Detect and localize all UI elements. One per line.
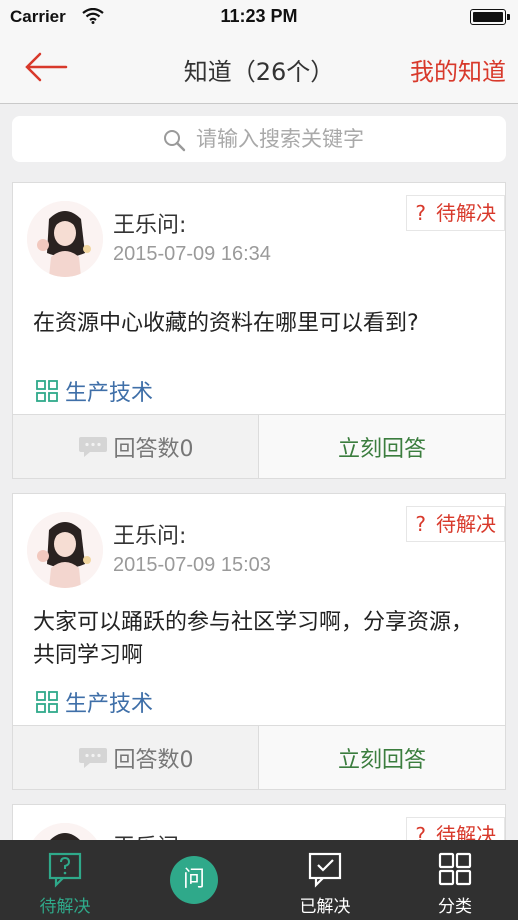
answer-now-button[interactable]: 立刻回答 xyxy=(259,415,505,478)
solved-check-icon xyxy=(308,852,342,888)
search-bar[interactable] xyxy=(12,116,506,162)
question-mark-icon: ? xyxy=(415,201,426,225)
search-input[interactable] xyxy=(196,116,486,162)
tab-bar: 待解决 已解决 分类 xyxy=(0,840,518,920)
grid-icon xyxy=(36,380,58,402)
question-text[interactable]: 大家可以踊跃的参与社区学习啊，分享资源，共同学习啊 xyxy=(33,606,493,672)
category-label: 生产技术 xyxy=(65,692,154,717)
avatar xyxy=(27,512,103,588)
question-mark-icon: ? xyxy=(415,512,426,536)
asker-name: 王乐问: xyxy=(113,213,187,238)
answer-count-button[interactable]: 回答数0 xyxy=(13,726,259,789)
search-icon xyxy=(164,130,186,152)
card-actions: 回答数0 立刻回答 xyxy=(13,725,505,789)
asker-name: 王乐问: xyxy=(113,524,187,549)
answer-count-button[interactable]: 回答数0 xyxy=(13,415,259,478)
answer-now-button[interactable]: 立刻回答 xyxy=(259,726,505,789)
grid-icon xyxy=(438,852,472,886)
card-actions: 回答数0 立刻回答 xyxy=(13,414,505,478)
question-card[interactable]: 王乐问: 2015-07-09 16:34 ? 待解决 在资源中心收藏的资料在哪里… xyxy=(12,182,506,479)
tab-pending[interactable]: 待解决 xyxy=(20,840,110,920)
tab-pending-label: 待解决 xyxy=(39,897,91,917)
tab-category-label: 分类 xyxy=(438,897,472,917)
grid-icon xyxy=(36,691,58,713)
avatar xyxy=(27,201,103,277)
clock: 11:23 PM xyxy=(220,6,298,26)
comment-bubble-icon xyxy=(78,436,107,457)
category-tag[interactable]: 生产技术 xyxy=(35,375,153,407)
question-card[interactable]: 王乐问: 2015-07-09 15:03 ? 待解决 大家可以踊跃的参与社区学习… xyxy=(12,493,506,790)
category-label: 生产技术 xyxy=(65,381,154,406)
status-badge-label: 待解决 xyxy=(436,512,496,536)
status-badge-label: 待解决 xyxy=(436,201,496,225)
question-date: 2015-07-09 15:03 xyxy=(113,554,271,576)
answer-count-label: 回答数0 xyxy=(113,436,194,462)
question-text[interactable]: 在资源中心收藏的资料在哪里可以看到? xyxy=(33,307,493,340)
status-badge: ? 待解决 xyxy=(406,195,505,231)
comment-bubble-icon xyxy=(78,747,107,768)
category-tag[interactable]: 生产技术 xyxy=(35,686,153,718)
battery-icon xyxy=(470,9,510,25)
tab-category[interactable]: 分类 xyxy=(410,840,500,920)
tab-solved-label: 已解决 xyxy=(299,897,351,917)
answer-count-label: 回答数0 xyxy=(113,747,194,773)
navigation-bar: 知道（26个） 我的知道 xyxy=(0,34,518,104)
status-bar: Carrier 11:23 PM xyxy=(0,0,518,34)
my-zhidao-link[interactable]: 我的知道 xyxy=(410,52,506,87)
tab-solved[interactable]: 已解决 xyxy=(280,840,370,920)
ask-question-button[interactable]: 问 xyxy=(170,856,218,904)
pending-question-icon xyxy=(48,852,82,888)
question-date: 2015-07-09 16:34 xyxy=(113,243,271,265)
status-badge: ? 待解决 xyxy=(406,506,505,542)
